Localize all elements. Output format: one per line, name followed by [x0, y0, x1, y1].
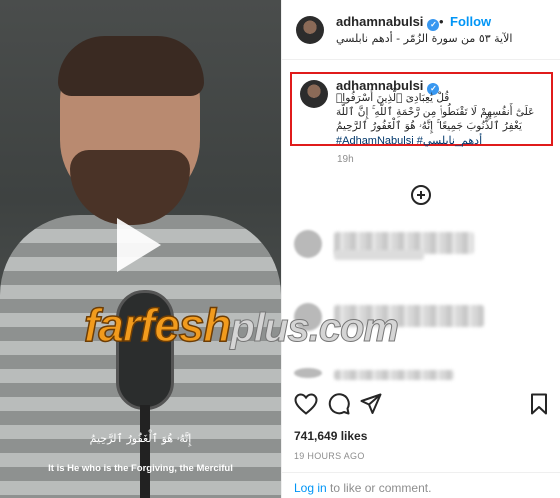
comment-icon[interactable]: [327, 393, 351, 420]
login-prompt: Log in to like or comment.: [281, 472, 560, 498]
caption-highlight-box: adhamnabulsi ✓ قُلْ يَٰعِبَادِىَ ٱلَّذِين…: [290, 72, 553, 147]
video-frame-hair: [58, 36, 204, 96]
watermark-part-1: farfesh: [83, 298, 232, 352]
follow-button[interactable]: Follow: [450, 14, 491, 29]
post-location-subtitle[interactable]: الآية ٥٣ من سورة الزُمّر - أدهم نابلسي: [336, 32, 551, 45]
heart-icon[interactable]: [294, 393, 318, 420]
blurred-comment-text: [334, 370, 454, 380]
caption-line-2: عَلَىٰٓ أَنفُسِهِمْ لَا تَقْنَطُوا۟ مِن …: [336, 106, 535, 118]
action-bar: [294, 393, 552, 417]
video-caption-english: It is He who is the Forgiving, the Merci…: [48, 463, 233, 474]
separator-dot: •: [439, 14, 444, 29]
caption-line-3: يَغْفِرُ ٱلذُّنُوبَ جَمِيعًا ۚ إِنَّهُۥ …: [336, 120, 522, 132]
video-caption-arabic: إِنَّهُۥ هُوَ ٱلْغَفُورُ ٱلرَّحِيمُ: [89, 432, 192, 445]
save-icon[interactable]: [530, 393, 548, 420]
microphone-stand: [140, 405, 150, 498]
login-prompt-text: Log in to like or comment.: [294, 481, 431, 495]
share-icon[interactable]: [360, 393, 382, 420]
avatar: [294, 230, 322, 258]
caption-line-1: قُلْ يَٰعِبَادِىَ ٱلَّذِينَ أَسْرَفُوا۟: [336, 92, 450, 104]
avatar[interactable]: [296, 16, 324, 44]
caption-username-link[interactable]: adhamnabulsi: [336, 78, 423, 93]
username-link[interactable]: adhamnabulsi: [336, 14, 423, 29]
load-more-icon[interactable]: [411, 185, 431, 205]
post-header: adhamnabulsi ✓ • Follow الآية ٥٣ من سورة …: [282, 0, 560, 60]
watermark-logo: farfesh plus.com: [83, 298, 400, 352]
header-username-row: adhamnabulsi ✓: [336, 14, 440, 31]
blurred-comment-text: [334, 250, 424, 260]
watermark-part-2: plus.com: [230, 306, 400, 351]
post-timestamp: 19 HOURS AGO: [294, 451, 365, 461]
login-link[interactable]: Log in: [294, 481, 327, 495]
caption-time: 19h: [337, 154, 354, 165]
caption-hashtags[interactable]: #AdhamNabulsi #أدهم_نابلسي: [336, 134, 482, 147]
verified-icon: ✓: [427, 19, 440, 31]
instagram-post: إِنَّهُۥ هُوَ ٱلْغَفُورُ ٱلرَّحِيمُ It i…: [0, 0, 560, 498]
avatar[interactable]: [300, 80, 328, 108]
avatar: [294, 368, 322, 378]
likes-count[interactable]: 741,649 likes: [294, 429, 367, 443]
play-icon[interactable]: [117, 218, 161, 272]
login-prompt-rest: to like or comment.: [326, 481, 432, 495]
video-player[interactable]: إِنَّهُۥ هُوَ ٱلْغَفُورُ ٱلرَّحِيمُ It i…: [0, 0, 281, 498]
